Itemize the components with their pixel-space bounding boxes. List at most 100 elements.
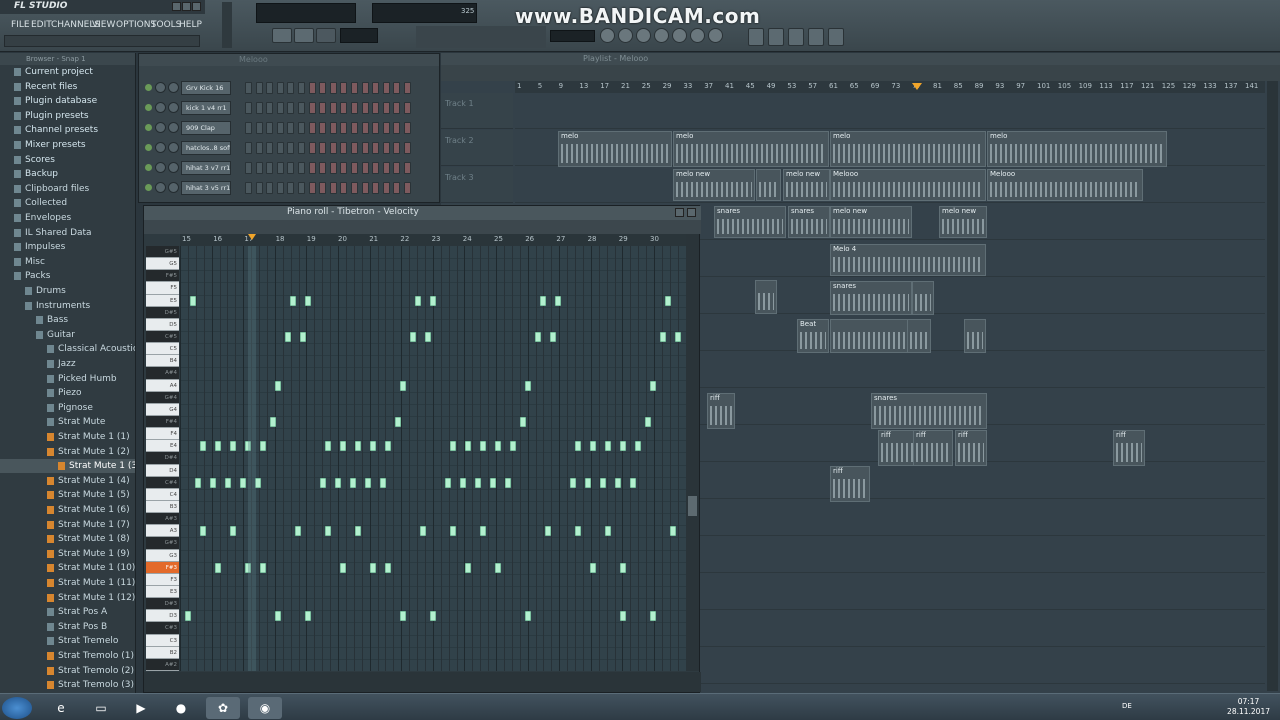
piano-key[interactable]: B3 bbox=[146, 501, 179, 514]
step-button[interactable] bbox=[266, 102, 274, 114]
step-button[interactable] bbox=[319, 142, 327, 154]
step-button[interactable] bbox=[372, 162, 380, 174]
piano-roll-note[interactable] bbox=[215, 441, 221, 452]
playlist-clip[interactable]: snares bbox=[830, 281, 912, 315]
step-button[interactable] bbox=[276, 162, 284, 174]
playlist-clip[interactable]: melo new bbox=[673, 169, 755, 201]
browser-item[interactable]: Misc bbox=[0, 255, 135, 269]
step-button[interactable] bbox=[351, 102, 358, 114]
piano-roll-note[interactable] bbox=[295, 526, 301, 537]
piano-key[interactable]: B4 bbox=[146, 355, 179, 368]
playlist-clip[interactable] bbox=[907, 319, 931, 353]
step-button[interactable] bbox=[329, 102, 337, 114]
piano-roll-note[interactable] bbox=[260, 562, 266, 573]
piano-key[interactable]: A4 bbox=[146, 379, 179, 392]
playlist-clip[interactable]: riff bbox=[1113, 430, 1145, 466]
channel-mute-led[interactable] bbox=[145, 144, 152, 151]
browser-item[interactable]: Collected bbox=[0, 196, 135, 210]
view-button[interactable] bbox=[748, 28, 764, 46]
playlist-clip[interactable]: melo new bbox=[939, 206, 987, 238]
step-button[interactable] bbox=[351, 82, 358, 94]
piano-roll-note[interactable] bbox=[365, 477, 371, 488]
piano-roll-note[interactable] bbox=[535, 332, 541, 343]
piano-roll-note[interactable] bbox=[385, 441, 391, 452]
step-button[interactable] bbox=[361, 142, 369, 154]
piano-roll-note[interactable] bbox=[200, 526, 206, 537]
channel-name-button[interactable]: hihat 3 v5 rr1 bbox=[181, 181, 231, 195]
piano-roll-note[interactable] bbox=[450, 441, 456, 452]
browser-item[interactable]: Strat Tremolo (1) bbox=[0, 649, 135, 663]
step-button[interactable] bbox=[382, 142, 390, 154]
piano-roll-note[interactable] bbox=[190, 295, 196, 306]
step-button[interactable] bbox=[276, 122, 284, 134]
step-button[interactable] bbox=[308, 182, 316, 194]
browser-item[interactable]: Strat Pos B bbox=[0, 620, 135, 634]
browser-item[interactable]: Mixer presets bbox=[0, 138, 135, 152]
browser-item[interactable]: Envelopes bbox=[0, 211, 135, 225]
browser-item[interactable]: Impulses bbox=[0, 240, 135, 254]
step-button[interactable] bbox=[298, 122, 305, 134]
step-button[interactable] bbox=[245, 122, 252, 134]
step-button[interactable] bbox=[287, 142, 295, 154]
browser-item[interactable]: Strat Mute 1 (1) bbox=[0, 430, 135, 444]
playlist-clip[interactable]: riff bbox=[707, 393, 735, 429]
browser-item[interactable]: Strat Mute 1 (10) bbox=[0, 561, 135, 575]
browser-item[interactable]: Backup bbox=[0, 167, 135, 181]
step-button[interactable] bbox=[404, 182, 411, 194]
step-button[interactable] bbox=[308, 102, 316, 114]
snap-selector[interactable] bbox=[550, 30, 595, 42]
step-button[interactable] bbox=[404, 122, 411, 134]
step-button[interactable] bbox=[319, 122, 327, 134]
piano-key[interactable]: G#4 bbox=[146, 391, 179, 404]
view-button[interactable] bbox=[788, 28, 804, 46]
piano-roll-note[interactable] bbox=[325, 441, 331, 452]
step-button[interactable] bbox=[382, 122, 390, 134]
piano-roll-note[interactable] bbox=[400, 611, 406, 622]
step-button[interactable] bbox=[340, 182, 348, 194]
step-button[interactable] bbox=[361, 102, 369, 114]
playlist-clip[interactable]: melo bbox=[558, 131, 672, 167]
step-button[interactable] bbox=[393, 142, 401, 154]
playlist-clip[interactable]: melo bbox=[830, 131, 986, 167]
channel-name-button[interactable]: hatclos..8 soft bbox=[181, 141, 231, 155]
piano-roll-note[interactable] bbox=[300, 332, 306, 343]
channel-mute-led[interactable] bbox=[145, 124, 152, 131]
tempo-display[interactable] bbox=[340, 28, 378, 43]
piano-roll-note[interactable] bbox=[570, 477, 576, 488]
channel-name-button[interactable]: 909 Clap bbox=[181, 121, 231, 135]
stop-button[interactable] bbox=[294, 28, 314, 43]
piano-roll-note[interactable] bbox=[550, 332, 556, 343]
piano-roll-note[interactable] bbox=[210, 477, 216, 488]
piano-roll-note[interactable] bbox=[340, 562, 346, 573]
piano-key[interactable]: E5 bbox=[146, 294, 179, 307]
piano-key[interactable]: A#2 bbox=[146, 658, 179, 671]
step-button[interactable] bbox=[393, 102, 401, 114]
channel-name-button[interactable]: Grv Kick 16 bbox=[181, 81, 231, 95]
channel-mute-led[interactable] bbox=[145, 164, 152, 171]
browser-item[interactable]: Piezo bbox=[0, 386, 135, 400]
step-button[interactable] bbox=[340, 162, 348, 174]
channel-pan-knob[interactable] bbox=[155, 122, 166, 133]
step-button[interactable] bbox=[404, 82, 411, 94]
step-button[interactable] bbox=[393, 162, 401, 174]
view-button[interactable] bbox=[828, 28, 844, 46]
piano-roll-note[interactable] bbox=[495, 562, 501, 573]
channel-rack-icon[interactable] bbox=[636, 28, 651, 43]
step-button[interactable] bbox=[340, 102, 348, 114]
step-button[interactable] bbox=[351, 142, 358, 154]
step-button[interactable] bbox=[255, 102, 263, 114]
step-button[interactable] bbox=[266, 162, 274, 174]
step-button[interactable] bbox=[319, 182, 327, 194]
step-button[interactable] bbox=[319, 162, 327, 174]
pause-button[interactable] bbox=[272, 28, 292, 43]
piano-roll-note[interactable] bbox=[620, 562, 626, 573]
step-button[interactable] bbox=[255, 122, 263, 134]
step-button[interactable] bbox=[276, 142, 284, 154]
fl-studio-icon[interactable]: ✿ bbox=[206, 697, 240, 719]
piano-key[interactable]: G3 bbox=[146, 549, 179, 562]
piano-roll-note[interactable] bbox=[285, 332, 291, 343]
browser-item[interactable]: Plugin presets bbox=[0, 109, 135, 123]
piano-roll-note[interactable] bbox=[670, 526, 676, 537]
playlist-clip[interactable] bbox=[756, 169, 781, 201]
channel-mute-led[interactable] bbox=[145, 104, 152, 111]
